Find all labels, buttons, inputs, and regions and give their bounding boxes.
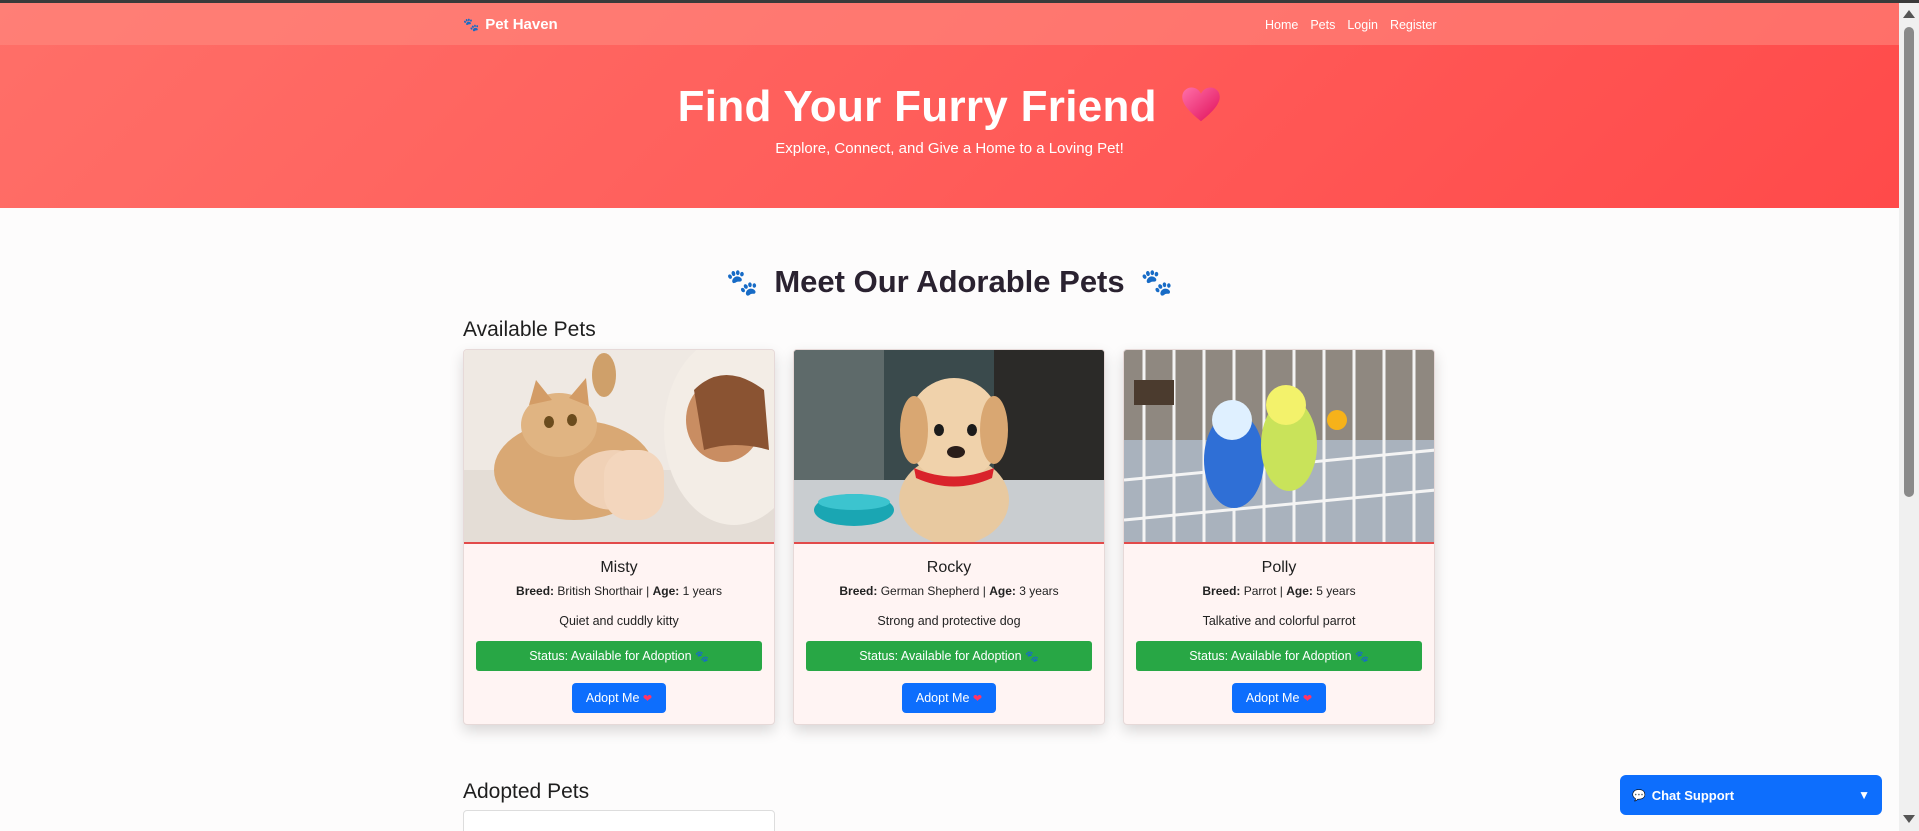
pet-breed: British Shorthair	[557, 584, 643, 598]
pet-name: Rocky	[926, 559, 972, 576]
chat-bubble-icon: 💬	[1632, 789, 1646, 802]
breed-label: Breed:	[1202, 584, 1241, 598]
brand-name: Pet Haven	[485, 16, 558, 33]
status-text: Status: Available for Adoption	[529, 649, 692, 663]
breed-label: Breed:	[839, 584, 878, 598]
adopted-pets-heading: Adopted Pets	[463, 780, 590, 803]
status-text: Status: Available for Adoption	[859, 649, 1022, 663]
breed-label: Breed:	[516, 584, 555, 598]
available-pets-heading: Available Pets	[463, 318, 596, 341]
pet-breed: Parrot	[1243, 584, 1277, 598]
scroll-down-icon[interactable]	[1903, 815, 1915, 823]
paw-icon: 🐾	[1355, 651, 1369, 663]
pet-breed: German Shepherd	[880, 584, 980, 598]
pet-card: Polly Breed: Parrot | Age: 5 years Talka…	[1123, 349, 1435, 725]
pet-card: Misty Breed: British Shorthair | Age: 1 …	[463, 349, 775, 725]
pet-description: Talkative and colorful parrot	[1202, 614, 1356, 628]
heart-icon: ❤	[972, 693, 983, 705]
pet-description: Quiet and cuddly kitty	[559, 614, 679, 628]
adopt-button[interactable]: Adopt Me ❤	[902, 683, 996, 713]
nav-link-home[interactable]: Home	[1265, 18, 1298, 32]
pet-meta: Breed: Parrot | Age: 5 years	[1202, 584, 1356, 598]
age-label: Age:	[989, 584, 1016, 598]
adopted-pet-card	[463, 810, 775, 831]
chat-support-widget[interactable]: 💬 Chat Support ▼	[1620, 775, 1882, 815]
section-title-text: Meet Our Adorable Pets	[774, 264, 1125, 299]
pet-age: 5 years	[1316, 584, 1356, 598]
heart-icon: ❤	[642, 693, 653, 705]
pet-name: Misty	[600, 559, 638, 576]
chat-support-label: Chat Support	[1651, 787, 1735, 803]
paw-icon: 🐾	[725, 266, 759, 297]
scroll-up-icon[interactable]	[1903, 10, 1915, 18]
age-label: Age:	[652, 584, 680, 598]
scroll-thumb[interactable]	[1904, 27, 1914, 497]
chevron-down-icon[interactable]: ▼	[1858, 788, 1870, 802]
status-badge: Status: Available for Adoption 🐾	[1136, 641, 1422, 671]
adopt-button-label: Adopt Me	[1245, 691, 1300, 705]
nav-link-login[interactable]: Login	[1347, 18, 1378, 32]
scrollbar[interactable]	[1899, 3, 1919, 831]
hero-title: Find Your Furry Friend	[0, 82, 1899, 132]
pet-photo-cat	[464, 350, 774, 544]
hero-subtitle: Explore, Connect, and Give a Home to a L…	[775, 140, 1124, 157]
adopt-button[interactable]: Adopt Me ❤	[1232, 683, 1326, 713]
age-label: Age:	[1286, 584, 1313, 598]
nav-links: Home Pets Login Register	[1265, 18, 1437, 32]
pet-age: 3 years	[1019, 584, 1059, 598]
pet-name: Polly	[1261, 559, 1297, 576]
pet-photo-dog	[794, 350, 1104, 544]
paw-icon: 🐾	[1025, 651, 1039, 663]
paw-icon: 🐾	[463, 16, 480, 32]
adopt-button-label: Adopt Me	[915, 691, 970, 705]
adopt-button-label: Adopt Me	[585, 691, 640, 705]
status-badge: Status: Available for Adoption 🐾	[806, 641, 1092, 671]
pet-card: Rocky Breed: German Shepherd | Age: 3 ye…	[793, 349, 1105, 725]
paw-icon: 🐾	[695, 651, 709, 663]
hero-title-text: Find Your Furry Friend	[677, 82, 1157, 131]
nav-link-register[interactable]: Register	[1390, 18, 1437, 32]
heart-icon: ❤	[1302, 693, 1313, 705]
status-text: Status: Available for Adoption	[1189, 649, 1352, 663]
pet-description: Strong and protective dog	[877, 614, 1021, 628]
section-title: 🐾 Meet Our Adorable Pets 🐾	[0, 264, 1899, 300]
navbar: 🐾 Pet Haven Home Pets Login Register	[0, 3, 1899, 45]
pet-meta: Breed: British Shorthair | Age: 1 years	[516, 584, 722, 598]
pet-age: 1 years	[682, 584, 722, 598]
status-badge: Status: Available for Adoption 🐾	[476, 641, 762, 671]
pet-meta: Breed: German Shepherd | Age: 3 years	[839, 584, 1059, 598]
nav-link-pets[interactable]: Pets	[1310, 18, 1335, 32]
adopt-button[interactable]: Adopt Me ❤	[572, 683, 666, 713]
paw-icon: 🐾	[1140, 266, 1173, 297]
heart-icon	[1182, 87, 1221, 122]
pet-photo-parrot	[1124, 350, 1434, 544]
brand-logo[interactable]: 🐾 Pet Haven	[463, 16, 558, 33]
